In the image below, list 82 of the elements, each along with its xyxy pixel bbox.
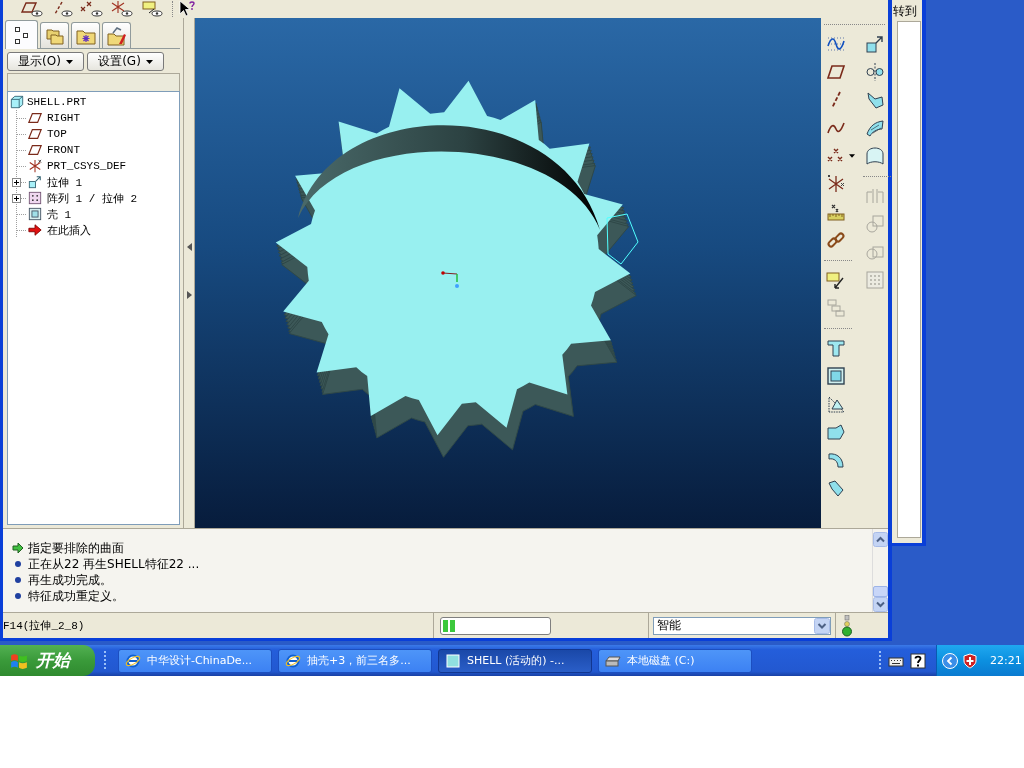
bevel-block-icon[interactable] [826, 422, 846, 442]
box-arrow-icon [27, 175, 43, 189]
arch-surface-icon[interactable] [865, 146, 885, 166]
arrow-right-icon [27, 223, 43, 237]
note-arrow-icon[interactable] [826, 270, 846, 290]
panel-tab[interactable] [102, 22, 131, 48]
tree-item[interactable]: 阵列 1 / 拉伸 2 [8, 190, 179, 206]
message-text: 特征成功重定义。 [28, 587, 124, 605]
bent-strip-icon[interactable] [826, 478, 846, 498]
sweep-block-icon[interactable] [865, 90, 885, 110]
e-globe-icon [125, 652, 141, 669]
plus-box-icon[interactable] [12, 193, 21, 203]
arrow-right-icon[interactable] [186, 291, 192, 299]
shield-icon[interactable] [962, 652, 978, 669]
panel-tab[interactable] [5, 20, 38, 49]
tree-item[interactable]: RIGHT [8, 110, 179, 126]
task-button[interactable]: SHELL (活动的) -... [438, 648, 592, 673]
plane-eye-icon[interactable] [20, 1, 44, 17]
axis-marker-icon [441, 271, 459, 288]
e-globe-icon [285, 652, 301, 669]
selection-status: F14(拉伸_2_8) [3, 619, 85, 633]
arrow-left-icon[interactable] [186, 243, 192, 251]
tree-item[interactable]: 壳 1 [8, 206, 179, 222]
chain-icon[interactable] [826, 230, 846, 250]
menu-button[interactable]: 显示(O) [7, 52, 84, 71]
scroll-thumb[interactable] [873, 586, 888, 597]
message-text: 指定要排除的曲面 [28, 539, 124, 557]
clock: 22:21 [990, 654, 1022, 667]
grip-icon [878, 649, 882, 672]
scroll-up-icon[interactable] [873, 532, 888, 547]
ruler-crosses-icon[interactable] [826, 202, 846, 222]
tree-item[interactable]: PRT_CSYS_DEF [8, 158, 179, 174]
panel-tab[interactable] [71, 22, 100, 48]
curved-strip-icon[interactable] [826, 450, 846, 470]
start-button[interactable]: 开始 [0, 645, 95, 676]
arrow-right-icon [12, 542, 24, 554]
flag-icon [10, 651, 28, 670]
csys-eye-icon[interactable] [110, 1, 134, 17]
channel-icon[interactable] [826, 338, 846, 358]
framed-square-icon [27, 207, 43, 221]
triangle-icon[interactable] [826, 394, 846, 414]
message-text: 再生成功完成。 [28, 571, 112, 589]
cube-icon [10, 95, 24, 109]
tree-item[interactable]: 拉伸 1 [8, 174, 179, 190]
scrollbar[interactable] [872, 529, 888, 612]
go-button[interactable]: 转到 [893, 2, 917, 19]
dotted-square-icon [27, 191, 43, 205]
grip-icon [103, 649, 107, 672]
bullet-dot-icon [15, 561, 21, 567]
framed-square-icon[interactable] [826, 366, 846, 386]
tree-item[interactable]: SHELL.PRT [8, 94, 179, 110]
bullet-dot-icon [15, 593, 21, 599]
points-eye-icon[interactable] [80, 1, 104, 17]
note-eye-icon[interactable] [140, 1, 164, 17]
mirror-icon[interactable] [865, 62, 885, 82]
caret-down-icon [145, 59, 153, 64]
chevron-left-icon[interactable] [942, 652, 958, 669]
tree-item[interactable]: 在此插入 [8, 222, 179, 238]
scroll-down-icon[interactable] [873, 597, 888, 612]
square-icon [445, 652, 461, 669]
parallelogram-icon[interactable] [826, 62, 846, 82]
dotted-wave-icon[interactable] [826, 34, 846, 54]
parallelogram-icon [27, 127, 43, 141]
message-text: 正在从22 再生SHELL特征22 ... [28, 555, 200, 573]
plus-box-icon[interactable] [12, 177, 21, 187]
dropdown-caret-icon[interactable] [849, 154, 855, 158]
help-cursor-icon [179, 0, 195, 18]
menu-button[interactable]: 设置(G) [87, 52, 164, 71]
box-arrow-icon[interactable] [865, 34, 885, 54]
folder-tools-icon [106, 25, 127, 46]
tree-item[interactable]: TOP [8, 126, 179, 142]
tree-item[interactable]: FRONT [8, 142, 179, 158]
star-crosses-icon [27, 159, 43, 173]
star-crosses-icon[interactable] [826, 174, 846, 194]
filter-dropdown[interactable]: 智能 [653, 616, 831, 635]
bullet-dot-icon [15, 577, 21, 583]
parallelogram-icon [27, 143, 43, 157]
caret-down-icon [65, 59, 73, 64]
traffic-light-icon [841, 614, 853, 637]
parallelogram-icon [27, 111, 43, 125]
surface-patch-icon[interactable] [865, 118, 885, 138]
help-icon[interactable] [910, 652, 926, 669]
